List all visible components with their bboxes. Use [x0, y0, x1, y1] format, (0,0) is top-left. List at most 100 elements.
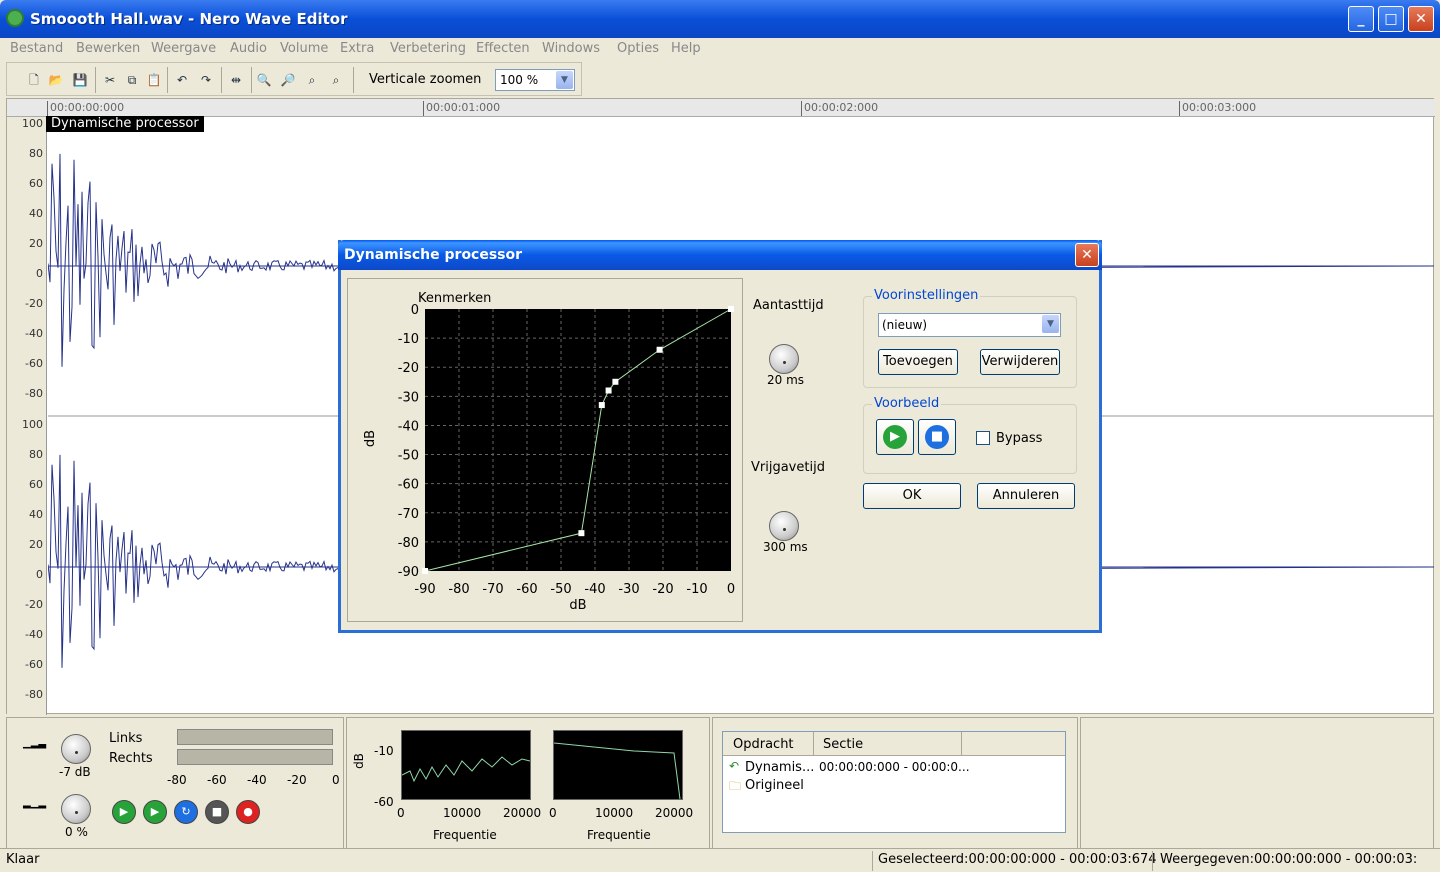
y-tick-label: -40	[398, 419, 419, 434]
history-list[interactable]: Opdracht Sectie ↶ Dynamis... 00:00:00:00…	[722, 731, 1066, 833]
history-name: Origineel	[745, 778, 804, 793]
status-text: Klaar	[6, 852, 40, 867]
save-icon[interactable]: 💾	[71, 71, 89, 89]
menu-help[interactable]: Help	[671, 41, 701, 56]
history-name: Dynamis...	[745, 760, 815, 775]
curve-control-point[interactable]	[422, 568, 428, 574]
amplitude-tick: 40	[29, 207, 43, 220]
remove-preset-button[interactable]: Verwijderen	[980, 349, 1060, 375]
y-tick-label: -70	[398, 507, 419, 522]
time-ruler[interactable]: 00:00:00:000 00:00:01:000 00:00:02:000 0…	[7, 99, 1435, 117]
play-selection-button[interactable]: ▶	[143, 800, 167, 824]
new-file-icon[interactable]: 🗋	[25, 71, 43, 89]
column-header-sectie[interactable]: Sectie	[823, 737, 863, 752]
balance-knob[interactable]	[61, 794, 91, 824]
x-tick-label: -50	[550, 582, 571, 597]
ruler-tick: 00:00:01:000	[423, 101, 500, 116]
undo-history-icon: ↶	[729, 759, 740, 773]
menu-audio[interactable]: Audio	[230, 41, 267, 56]
menu-weergave[interactable]: Weergave	[151, 41, 216, 56]
cancel-button[interactable]: Annuleren	[977, 483, 1075, 509]
menu-bewerken[interactable]: Bewerken	[76, 41, 140, 56]
y-tick-label: -60	[398, 478, 419, 493]
x-tick-label: -80	[448, 582, 469, 597]
attack-knob[interactable]	[769, 344, 799, 374]
x-tick-label: -90	[414, 582, 435, 597]
spectrum2-xtick: 0	[549, 806, 557, 820]
zoom-in-icon[interactable]: 🔍	[255, 71, 273, 89]
add-preset-button[interactable]: Toevoegen	[878, 349, 958, 375]
release-knob[interactable]	[769, 511, 799, 541]
maximize-button[interactable]: □	[1378, 6, 1404, 32]
toolbar: 🗋 📂 💾 ✂ ⧉ 📋 ↶ ↷ ⇹ 🔍 🔎 ⌕ ⌕ Verticale zoom…	[6, 62, 582, 96]
menu-effecten[interactable]: Effecten	[476, 41, 530, 56]
dialog-title-bar[interactable]: Dynamische processor ✕	[338, 240, 1102, 270]
ruler-tick: 00:00:02:000	[801, 101, 878, 116]
zoom-selection-icon[interactable]: ⌕	[303, 71, 321, 89]
x-tick-label: 0	[727, 582, 735, 597]
status-divider	[872, 851, 873, 871]
cut-icon[interactable]: ✂	[101, 71, 119, 89]
stop-button[interactable]: ■	[205, 800, 229, 824]
status-divider	[1152, 851, 1153, 871]
app-icon	[6, 9, 24, 27]
bypass-checkbox[interactable]	[976, 431, 990, 445]
undo-icon[interactable]: ↶	[173, 71, 191, 89]
curve-control-point[interactable]	[605, 387, 612, 394]
vertical-zoom-select[interactable]: 100 % ▼	[495, 69, 575, 91]
column-header-opdracht[interactable]: Opdracht	[733, 737, 794, 752]
table-row[interactable]: 🗀 Origineel	[727, 776, 1057, 794]
curve-control-point[interactable]	[612, 378, 619, 385]
toolbar-separator	[95, 67, 96, 93]
ruler-tick: 00:00:00:000	[47, 101, 124, 116]
zoom-all-icon[interactable]: ⌕	[327, 71, 345, 89]
volume-panel: ▁▂▃ -7 dB ▂▁▂ 0 % Links Rechts -80 -60 -…	[6, 717, 344, 849]
right-level-meter	[177, 749, 333, 765]
curve-control-point[interactable]	[578, 530, 585, 537]
ok-button[interactable]: OK	[863, 483, 961, 509]
wave-effect-label: Dynamische processor	[46, 116, 204, 132]
meter-tick: -60	[207, 773, 227, 787]
menu-opties[interactable]: Opties	[617, 41, 659, 56]
menu-verbetering[interactable]: Verbetering	[390, 41, 466, 56]
open-folder-icon[interactable]: 📂	[47, 71, 65, 89]
preview-play-button[interactable]: ▶	[876, 419, 914, 455]
table-row[interactable]: ↶ Dynamis... 00:00:00:000 - 00:00:0...	[727, 758, 1057, 776]
amplitude-tick: -40	[25, 628, 43, 641]
preview-stop-button[interactable]: ■	[918, 419, 956, 455]
bypass-label: Bypass	[996, 431, 1043, 446]
amplitude-tick: 40	[29, 508, 43, 521]
menu-extra[interactable]: Extra	[340, 41, 374, 56]
window-title: Smoooth Hall.wav - Nero Wave Editor	[30, 10, 348, 28]
menu-volume[interactable]: Volume	[280, 41, 328, 56]
curve-control-point[interactable]	[656, 346, 663, 353]
transfer-curve-chart[interactable]: -90 -80 -70 -60 -50 -40 -30 -20 -10 0 0 -10 -20 -30 -4…	[378, 301, 738, 621]
x-tick-label: -20	[652, 582, 673, 597]
vertical-zoom-label: Verticale zoomen	[369, 72, 482, 87]
fit-width-icon[interactable]: ⇹	[227, 71, 245, 89]
spectrum2-xlabel: Frequentie	[587, 828, 651, 842]
chevron-down-icon[interactable]: ▼	[556, 71, 573, 89]
menu-bestand[interactable]: Bestand	[10, 41, 63, 56]
minimize-button[interactable]: _	[1348, 6, 1374, 32]
volume-knob[interactable]	[61, 734, 91, 764]
amplitude-tick: 0	[36, 267, 43, 280]
close-button[interactable]: ✕	[1408, 6, 1434, 32]
curve-control-point[interactable]	[728, 306, 734, 312]
release-value: 300 ms	[763, 540, 808, 554]
record-button[interactable]: ●	[236, 800, 260, 824]
paste-icon[interactable]: 📋	[145, 71, 163, 89]
menu-windows[interactable]: Windows	[542, 41, 600, 56]
chevron-down-icon[interactable]: ▼	[1042, 315, 1059, 333]
spectrum-xlabel: Frequentie	[433, 828, 497, 842]
status-selected: Geselecteerd:00:00:00:000 - 00:00:03:674	[878, 852, 1157, 867]
zoom-out-icon[interactable]: 🔎	[279, 71, 297, 89]
dialog-close-button[interactable]: ✕	[1075, 243, 1099, 267]
toolbar-separator	[221, 67, 222, 93]
copy-icon[interactable]: ⧉	[123, 71, 141, 89]
redo-icon[interactable]: ↷	[197, 71, 215, 89]
curve-control-point[interactable]	[598, 402, 605, 409]
loop-button[interactable]: ↻	[174, 800, 198, 824]
preset-select[interactable]: (nieuw) ▼	[878, 313, 1061, 337]
play-button[interactable]: ▶	[112, 800, 136, 824]
